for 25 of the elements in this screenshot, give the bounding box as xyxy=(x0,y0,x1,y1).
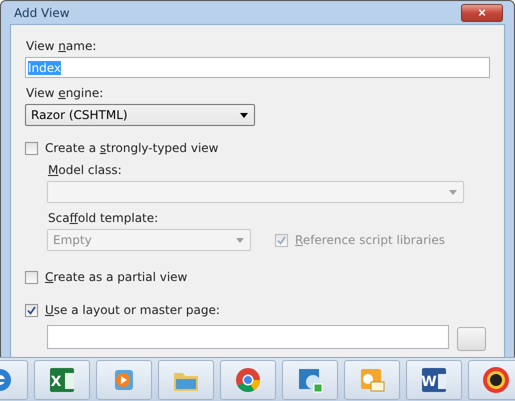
checkbox-label: Create a strongly-typed view xyxy=(45,141,218,156)
taskbar-button[interactable]: X xyxy=(34,360,90,400)
checkbox-label: Use a layout or master page: xyxy=(45,303,220,318)
taskbar-button[interactable] xyxy=(468,360,515,400)
layout-path-field[interactable] xyxy=(47,325,449,350)
view-engine-dropdown[interactable]: Razor (CSHTML) xyxy=(25,104,255,126)
close-button[interactable]: × xyxy=(461,4,503,22)
caret-icon xyxy=(449,190,457,195)
browse-button[interactable] xyxy=(457,327,486,352)
checkbox-label: Reference script libraries xyxy=(295,233,445,248)
checkbox-label: Create as a partial view xyxy=(45,270,188,284)
checkbox[interactable] xyxy=(25,304,38,317)
checkbox[interactable] xyxy=(25,142,38,155)
field-label: View engine: xyxy=(26,86,104,100)
window-title: Add View xyxy=(13,6,70,20)
field-label: Scaffold template: xyxy=(48,211,160,226)
field-label: View name: xyxy=(26,39,98,54)
shield-icon xyxy=(481,364,511,395)
caret-icon xyxy=(240,112,248,118)
check-icon xyxy=(27,306,36,315)
caret-icon xyxy=(236,238,244,243)
check-icon xyxy=(277,236,286,245)
view-name-field[interactable]: Index xyxy=(25,57,490,78)
checkbox[interactable] xyxy=(25,270,38,284)
field-label: Model class: xyxy=(48,163,123,178)
